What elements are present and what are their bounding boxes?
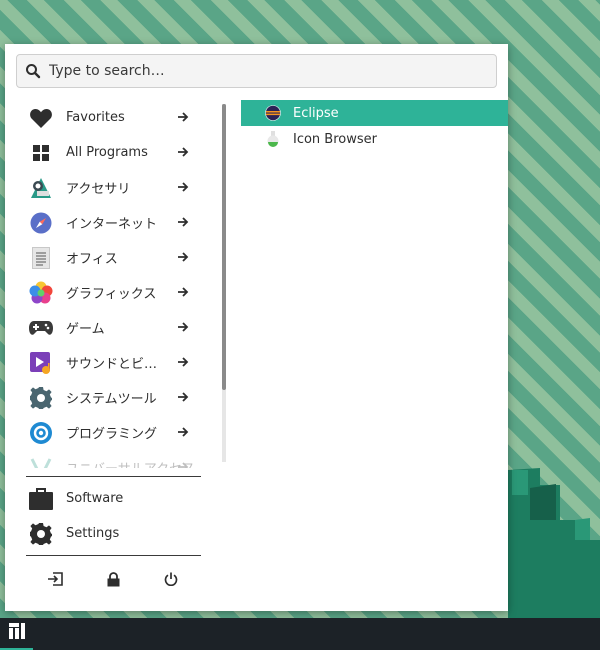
category-system-tools[interactable]: システムツール [21, 380, 209, 415]
divider [26, 476, 201, 477]
arrow-right-icon [177, 426, 189, 442]
menu-start-button[interactable] [0, 618, 33, 650]
arrow-right-icon [177, 146, 189, 162]
arrow-right-icon [177, 286, 189, 302]
category-label: グラフィックス [66, 287, 157, 302]
power-button[interactable] [160, 570, 182, 592]
gamepad-icon [29, 316, 53, 340]
lock-icon [107, 571, 120, 591]
document-icon [29, 246, 53, 270]
category-office[interactable]: オフィス [21, 240, 209, 275]
category-graphics[interactable]: グラフィックス [21, 275, 209, 310]
grid-icon [29, 141, 53, 165]
briefcase-icon [29, 487, 53, 511]
search-box[interactable] [16, 54, 497, 88]
settings-button[interactable]: Settings [21, 516, 209, 551]
lock-button[interactable] [102, 570, 124, 592]
scrollbar-thumb[interactable] [222, 104, 226, 390]
software-label: Software [66, 491, 124, 506]
app-item-icon-browser[interactable]: Icon Browser [241, 126, 508, 152]
eclipse-icon [264, 104, 282, 122]
power-icon [164, 572, 178, 590]
arrow-right-icon [177, 111, 189, 127]
arrow-right-icon [177, 321, 189, 337]
category-label: All Programs [66, 145, 148, 160]
app-label: Icon Browser [293, 131, 377, 147]
category-label: インターネット [66, 217, 158, 232]
multimedia-icon [29, 351, 53, 375]
heart-icon [29, 106, 53, 130]
category-label: アクセサリ [66, 182, 131, 197]
arrow-right-icon [177, 216, 189, 232]
logout-icon [47, 572, 63, 590]
accessories-icon [29, 176, 53, 200]
divider [26, 555, 201, 556]
app-item-eclipse[interactable]: Eclipse [241, 100, 508, 126]
arrow-right-icon [177, 356, 189, 372]
category-label: Favorites [66, 110, 125, 125]
logout-button[interactable] [44, 570, 66, 592]
app-label: Eclipse [293, 105, 339, 121]
category-accessories[interactable]: アクセサリ [21, 170, 209, 205]
category-universal-access[interactable]: ユニバーサルアクセス [21, 450, 209, 468]
compass-icon [29, 211, 53, 235]
color-petals-icon [29, 281, 53, 305]
app-list[interactable]: Eclipse Icon Browser [241, 100, 508, 152]
arrow-right-icon [177, 181, 189, 197]
category-label: ユニバーサルアクセス [66, 458, 195, 468]
search-icon [17, 63, 49, 79]
category-label: システムツール [66, 392, 157, 407]
category-list[interactable]: Favorites All Programs アクセサリ インターネット オフィ… [21, 100, 209, 468]
arrow-right-icon [177, 391, 189, 407]
category-games[interactable]: ゲーム [21, 310, 209, 345]
application-menu: Favorites All Programs アクセサリ [5, 44, 508, 611]
category-multimedia[interactable]: サウンドとビ… [21, 345, 209, 380]
programming-gear-icon [29, 421, 53, 445]
software-button[interactable]: Software [21, 481, 209, 516]
category-favorites[interactable]: Favorites [21, 100, 209, 135]
category-all-programs[interactable]: All Programs [21, 135, 209, 170]
category-label: サウンドとビ… [66, 357, 158, 372]
category-label: ゲーム [66, 322, 105, 337]
category-internet[interactable]: インターネット [21, 205, 209, 240]
settings-gear-icon [29, 522, 53, 546]
accessibility-icon [29, 456, 53, 468]
arrow-right-icon [177, 251, 189, 267]
system-gear-icon [29, 386, 53, 410]
settings-label: Settings [66, 526, 120, 541]
search-input[interactable] [49, 63, 496, 79]
category-label: オフィス [66, 252, 118, 267]
arrow-right-icon [177, 461, 189, 468]
flask-icon [264, 130, 282, 148]
category-label: プログラミング [66, 427, 158, 442]
manjaro-logo-icon [8, 623, 25, 643]
category-programming[interactable]: プログラミング [21, 415, 209, 450]
taskbar [0, 618, 600, 650]
